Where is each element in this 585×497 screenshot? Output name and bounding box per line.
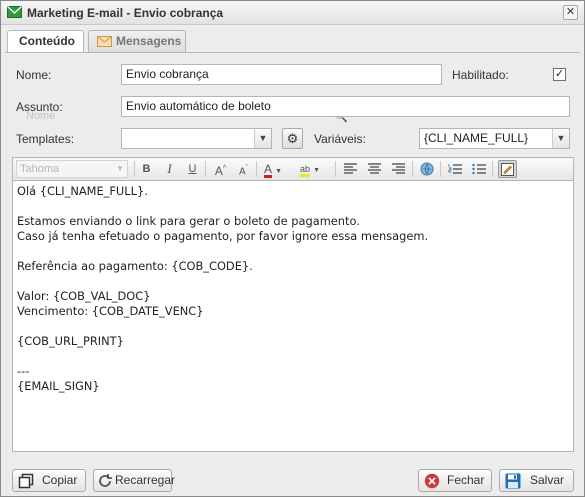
close-icon: ✕ [565, 6, 576, 18]
gear-icon: ⚙ [286, 131, 299, 146]
font-family-value: Tahoma [20, 163, 60, 175]
tab-conteudo-label: Conteúdo [19, 34, 75, 48]
nome-label: Nome: [16, 68, 52, 82]
message-editor[interactable]: Olá {CLI_NAME_FULL}. Estamos enviando o l… [12, 181, 574, 452]
habilitado-checkbox[interactable]: ✓ [553, 68, 566, 81]
tab-mensagens-label: Mensagens [116, 34, 182, 48]
close-button[interactable]: Fechar [418, 469, 492, 492]
reload-icon [99, 474, 112, 487]
envelope-icon [97, 36, 112, 47]
toolbar-divider [412, 161, 413, 177]
editor-toolbar: Tahoma ▼ B I U A^ Aˇ A ▼ ab ▼ [12, 157, 574, 181]
editor-line: Valor: {COB_VAL_DOC} [17, 289, 151, 303]
align-center-icon[interactable] [366, 161, 383, 177]
dialog-window: Marketing E-mail - Envio cobrança ✕ Cont… [0, 0, 585, 497]
title-bar[interactable]: Marketing E-mail - Envio cobrança ✕ [1, 1, 584, 25]
variaveis-label: Variáveis: [314, 132, 366, 146]
font-family-select[interactable]: Tahoma ▼ [16, 160, 128, 178]
assunto-label: Assunto: [16, 100, 63, 114]
editor-line: --- [17, 364, 30, 378]
font-color-icon[interactable]: A ▼ [264, 161, 290, 177]
variaveis-select[interactable]: {CLI_NAME_FULL} ▼ [419, 128, 570, 149]
toolbar-divider [335, 161, 336, 177]
save-button[interactable]: Salvar [499, 469, 574, 492]
editor-line: Caso já tenha efetuado o pagamento, por … [17, 229, 429, 243]
save-label: Salvar [530, 473, 565, 487]
template-settings-button[interactable]: ⚙ [282, 128, 303, 149]
toolbar-divider [256, 161, 257, 177]
link-icon[interactable] [418, 161, 435, 177]
highlight-icon[interactable]: ab ▼ [300, 161, 328, 177]
reload-button[interactable]: Recarregar [93, 469, 176, 492]
toolbar-divider [492, 161, 493, 177]
habilitado-label: Habilitado: [452, 68, 509, 82]
chevron-down-icon[interactable]: ▼ [552, 129, 569, 148]
chevron-down-icon: ▼ [116, 164, 124, 173]
grow-font-icon[interactable]: A^ [212, 161, 229, 178]
toolbar-divider [134, 161, 135, 177]
tab-conteudo[interactable]: Conteúdo [7, 30, 84, 53]
editor-line: Referência ao pagamento: {COB_CODE}. [17, 259, 253, 273]
source-edit-icon[interactable] [498, 160, 517, 178]
toolbar-divider [205, 161, 206, 177]
assunto-input[interactable]: Envio automático de boleto [121, 96, 570, 117]
unordered-list-icon[interactable] [470, 161, 487, 177]
chevron-down-icon[interactable]: ▼ [254, 129, 271, 148]
copy-label: Copiar [42, 473, 78, 487]
editor-line: Olá {CLI_NAME_FULL}. [17, 184, 148, 198]
ordered-list-icon[interactable] [446, 161, 463, 177]
shrink-font-icon[interactable]: Aˇ [235, 161, 252, 177]
italic-icon[interactable]: I [161, 161, 178, 177]
bold-icon[interactable]: B [138, 161, 155, 177]
copy-icon [18, 473, 34, 489]
close-circle-icon [424, 473, 440, 489]
align-right-icon[interactable] [390, 161, 407, 177]
align-left-icon[interactable] [342, 161, 359, 177]
templates-select[interactable]: ▼ [121, 128, 272, 149]
tab-mensagens[interactable]: Mensagens [88, 30, 186, 53]
copy-button[interactable]: Copiar [12, 469, 86, 492]
editor-line: {COB_URL_PRINT} [17, 334, 124, 348]
nome-input[interactable]: Envio cobrança [121, 64, 442, 85]
close-window-button[interactable]: ✕ [563, 5, 578, 20]
toolbar-divider [440, 161, 441, 177]
close-label: Fechar [447, 473, 485, 487]
window-title: Marketing E-mail - Envio cobrança [27, 6, 224, 20]
editor-line: {EMAIL_SIGN} [17, 379, 100, 393]
editor-line: Estamos enviando o link para gerar o bol… [17, 214, 360, 228]
reload-label: Recarregar [115, 473, 176, 487]
save-icon [505, 473, 521, 489]
variaveis-value: {CLI_NAME_FULL} [424, 131, 529, 145]
templates-label: Templates: [16, 132, 75, 146]
envelope-icon [7, 6, 22, 18]
underline-icon[interactable]: U [184, 161, 201, 177]
editor-line: Vencimento: {COB_DATE_VENC} [17, 304, 204, 318]
